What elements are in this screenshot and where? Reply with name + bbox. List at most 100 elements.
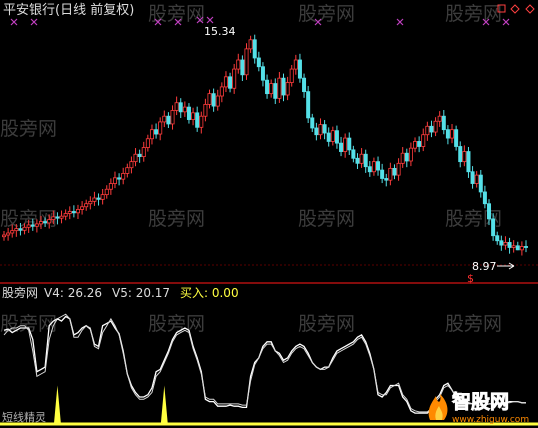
candle-body <box>367 166 372 173</box>
watermark-text: 股旁网 <box>298 208 355 230</box>
candle-body <box>219 86 224 97</box>
candle-body <box>326 132 331 142</box>
candle-body <box>519 246 524 251</box>
candle-body <box>289 68 294 83</box>
candle-body <box>437 115 442 122</box>
candle-body <box>363 153 368 168</box>
brand-logo-text: 智股网 <box>452 390 509 413</box>
candle-body <box>117 177 122 180</box>
watermark-text: 股旁网 <box>445 313 502 335</box>
candle-body <box>166 115 171 125</box>
watermark-text: 股旁网 <box>298 3 355 25</box>
candle-body <box>22 226 27 231</box>
candle-body <box>384 178 389 181</box>
indicator-name: 股旁网 <box>2 285 38 300</box>
candle-body <box>462 151 467 163</box>
candle-body <box>507 242 512 248</box>
candle-body <box>388 167 393 181</box>
candle-body <box>495 235 500 242</box>
candle-body <box>306 91 311 119</box>
candle-body <box>100 194 105 200</box>
candle-body <box>191 112 196 120</box>
candle-body <box>334 130 339 144</box>
candle-body <box>186 106 191 120</box>
candle-body <box>149 129 154 140</box>
watermark-text: 股旁网 <box>148 208 205 230</box>
candle-body <box>297 59 302 79</box>
candle-body <box>145 138 150 148</box>
candle-body <box>454 129 459 147</box>
candle-body <box>207 93 212 105</box>
bottom-caption: 短线精灵 <box>2 410 46 424</box>
brand-url: www.zhiguw.com <box>452 415 529 425</box>
candle-body <box>129 161 134 169</box>
candle-body <box>351 149 356 159</box>
low-price-label: 8.97 <box>472 260 497 273</box>
signal-marker: $ <box>467 272 474 285</box>
candle-body <box>112 177 117 184</box>
candle-body <box>141 147 146 157</box>
candle-body <box>215 95 220 107</box>
high-price-label: 15.34 <box>204 25 236 38</box>
candle-body <box>421 134 426 147</box>
watermark-text: 股旁网 <box>148 3 205 25</box>
candle-body <box>108 183 113 190</box>
candle-body <box>503 242 508 246</box>
candle-body <box>55 216 60 219</box>
candle-body <box>371 161 376 173</box>
candle-body <box>154 129 159 135</box>
watermark-text: 股旁网 <box>298 313 355 335</box>
candle-body <box>380 169 385 179</box>
candle-body <box>67 211 72 214</box>
candle-body <box>125 167 130 174</box>
candle-body <box>223 76 228 88</box>
candle-body <box>318 124 323 136</box>
candle-body <box>232 68 237 89</box>
candle-body <box>417 141 422 147</box>
candle-body <box>104 188 109 196</box>
candle-body <box>137 153 142 157</box>
candle-body <box>511 245 516 248</box>
candle-body <box>240 59 245 76</box>
candle-body <box>59 215 64 219</box>
watermark-text: 股旁网 <box>445 3 502 25</box>
candle-body <box>6 232 11 236</box>
chart-title: 平安银行(日线 前复权) <box>3 2 134 18</box>
candle-body <box>359 153 364 164</box>
candle-body <box>429 125 434 133</box>
candle-body <box>265 79 270 95</box>
candle-body <box>75 209 80 214</box>
candle-body <box>244 48 249 76</box>
v5-label: V5: 20.17 <box>112 286 170 300</box>
candle-body <box>355 157 360 164</box>
candle-body <box>203 104 208 117</box>
candle-body <box>347 137 352 151</box>
candle-body <box>425 125 430 136</box>
candle-body <box>413 141 418 149</box>
candle-body <box>133 153 138 163</box>
candle-body <box>487 203 492 220</box>
candle-body <box>482 191 487 205</box>
candle-body <box>80 206 85 210</box>
candle-body <box>478 174 483 193</box>
candle-body <box>281 77 286 96</box>
candle-body <box>162 115 167 123</box>
candle-body <box>499 240 504 246</box>
candle-body <box>26 224 31 228</box>
candle-body <box>474 174 479 184</box>
candle-body <box>158 121 163 135</box>
candle-body <box>248 39 253 50</box>
candle-body <box>445 129 450 139</box>
candle-body <box>470 171 475 184</box>
candle-body <box>269 83 274 95</box>
candle-body <box>228 76 233 89</box>
candle-body <box>38 221 43 225</box>
candle-body <box>63 213 68 217</box>
candle-body <box>466 151 471 173</box>
candle-body <box>47 219 52 224</box>
candle-body <box>34 223 39 227</box>
candle-body <box>260 66 265 81</box>
candle-body <box>285 82 290 96</box>
candle-body <box>322 124 327 134</box>
candle-body <box>195 112 200 128</box>
